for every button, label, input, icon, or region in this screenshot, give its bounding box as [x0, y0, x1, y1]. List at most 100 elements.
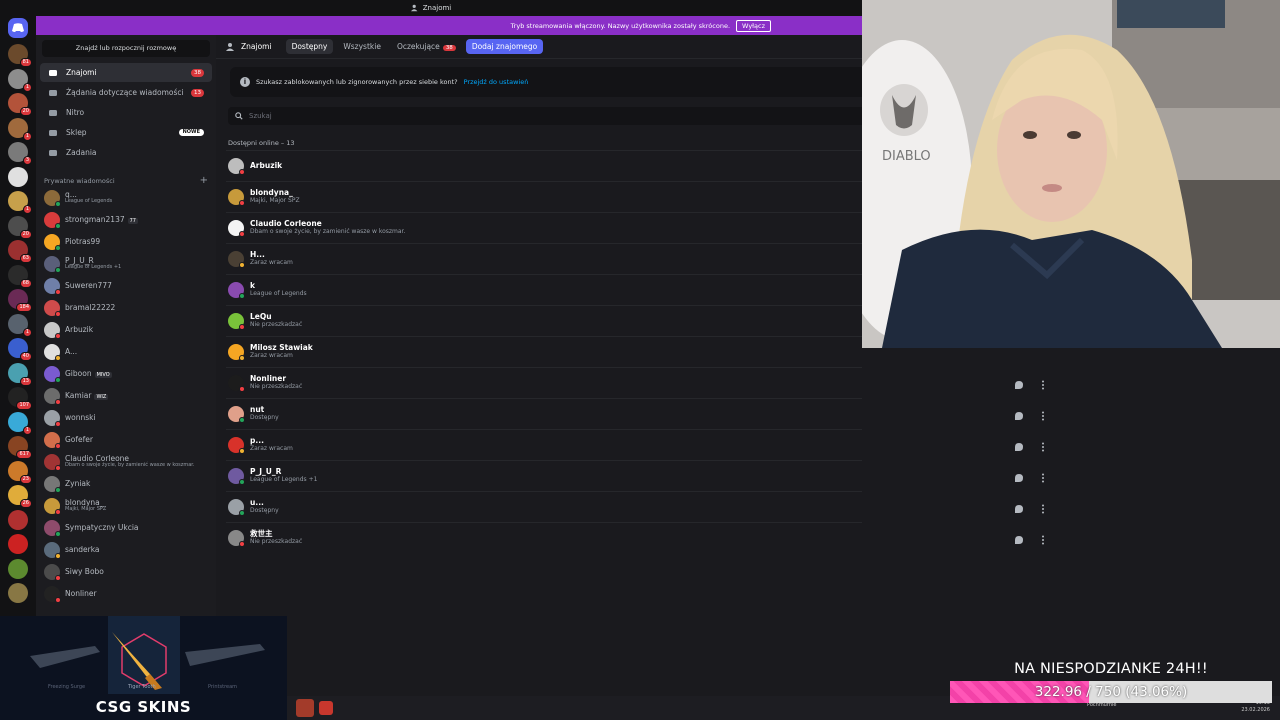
search-input[interactable]: Szukaj — [249, 112, 272, 120]
dm-name: Suweren777 — [65, 281, 112, 291]
message-icon[interactable] — [1014, 375, 1026, 389]
tab-pending[interactable]: Oczekujące 38 — [391, 39, 462, 54]
avatar — [228, 343, 245, 361]
message-icon[interactable] — [1014, 530, 1026, 544]
add-friend-button[interactable]: Dodaj znajomego — [465, 39, 544, 54]
friend-row[interactable]: blondyna_ Majki, Major SPZ — [226, 181, 862, 211]
dm-list-item[interactable]: wonnski — [40, 407, 212, 429]
sidebar-item-shop[interactable]: Sklep NOWE — [40, 123, 212, 142]
sidebar-item-mail[interactable]: Żądania dotyczące wiadomości 13 — [40, 83, 212, 102]
friend-row[interactable]: Milosz Stawiak Zaraz wracam — [226, 336, 862, 366]
dm-list-item[interactable]: Arbuzik — [40, 319, 212, 341]
dm-list-item[interactable]: Kamiar WIZ — [40, 385, 212, 407]
dm-text: Piotras99 — [65, 237, 100, 247]
guild-tag: MIVO — [94, 371, 112, 378]
more-options-icon[interactable] — [1038, 375, 1050, 390]
server-icon[interactable]: 68 — [8, 264, 32, 288]
message-icon[interactable] — [1014, 468, 1026, 482]
avatar — [228, 188, 245, 206]
friend-row[interactable]: LeQu Nie przeszkadzać — [226, 305, 862, 335]
disable-streamer-mode-button[interactable]: Wyłącz — [736, 19, 771, 32]
friend-row[interactable]: p... Zaraz wracam — [226, 429, 862, 459]
server-icon[interactable]: 1 — [8, 117, 32, 141]
taskbar-app-icon[interactable] — [296, 699, 314, 717]
server-icon[interactable] — [8, 534, 28, 554]
status-indicator — [55, 597, 61, 603]
server-icon[interactable]: 26 — [8, 485, 32, 508]
more-options-icon[interactable] — [1038, 437, 1050, 452]
friend-row[interactable]: Arbuzik — [226, 150, 862, 180]
donation-goal: NA NIESPODZIANKE 24H!! 322.96 / 750 (43.… — [950, 661, 1272, 703]
server-icon[interactable]: 40 — [8, 338, 32, 361]
friend-row[interactable]: Nonliner Nie przeszkadzać — [226, 367, 862, 397]
message-icon[interactable] — [1014, 437, 1026, 451]
dm-list-item[interactable]: sanderka — [40, 539, 212, 561]
dm-list-item[interactable]: q... League of Legends — [40, 187, 212, 209]
friend-row[interactable]: H... Zaraz wracam — [226, 243, 862, 273]
server-icon[interactable]: 23 — [8, 460, 32, 484]
dm-list-item[interactable]: Zyniak — [40, 473, 212, 495]
more-options-icon[interactable] — [1038, 530, 1050, 545]
dm-list-item[interactable]: bramal22222 — [40, 297, 212, 319]
dm-list-item[interactable]: Gofefer — [40, 429, 212, 451]
discord-home-icon[interactable] — [8, 18, 28, 38]
tab-all[interactable]: Wszystkie — [337, 39, 387, 54]
skin-label-left: Freezing Surge — [48, 684, 86, 690]
sidebar-item-nitro[interactable]: Nitro — [40, 103, 212, 122]
friend-name: 救世主 — [250, 528, 273, 538]
friend-row[interactable]: u... Dostępny — [226, 491, 862, 521]
server-icon[interactable]: 81 — [8, 44, 32, 67]
friend-row[interactable]: P_J_U_R League of Legends +1 — [226, 460, 862, 490]
dm-list-item[interactable]: Nonliner — [40, 583, 212, 605]
message-icon[interactable] — [1014, 499, 1026, 513]
dm-list-item[interactable]: Siwy Bobo — [40, 561, 212, 583]
friend-row[interactable]: 救世主 Nie przeszkadzać — [226, 522, 862, 552]
find-conversation-input[interactable]: Znajdź lub rozpocznij rozmowę — [42, 40, 210, 57]
server-icon[interactable]: 1 — [8, 313, 32, 337]
dm-list-item[interactable]: Giboon MIVO — [40, 363, 212, 385]
friend-row[interactable]: nut Dostępny — [226, 398, 862, 428]
friend-text: P_J_U_R League of Legends +1 — [250, 467, 317, 485]
server-icon[interactable]: 20 — [8, 215, 32, 239]
status-indicator — [239, 323, 245, 330]
server-icon[interactable] — [8, 583, 28, 603]
dm-list-item[interactable]: blondyna_ Majki, Major SPZ — [40, 495, 212, 517]
server-icon[interactable] — [8, 558, 28, 579]
dm-list-item[interactable]: strongman2137 77 — [40, 209, 212, 231]
more-options-icon[interactable] — [1038, 499, 1050, 514]
server-icon[interactable]: 20 — [8, 93, 32, 116]
go-to-settings-link[interactable]: Przejdź do ustawień — [464, 78, 529, 86]
dm-list-item[interactable]: Piotras99 — [40, 231, 212, 253]
server-icon[interactable] — [8, 166, 28, 187]
create-dm-icon[interactable]: + — [200, 175, 208, 186]
friend-row[interactable]: k League of Legends — [226, 274, 862, 304]
tab-online[interactable]: Dostępny — [285, 39, 334, 54]
sidebar-item-quests[interactable]: Zadania — [40, 143, 212, 162]
more-options-icon[interactable] — [1038, 468, 1050, 483]
dm-name-text: strongman2137 — [65, 214, 125, 224]
dm-list-item[interactable]: P_J_U_R League of Legends +1 — [40, 253, 212, 275]
server-icon[interactable]: 107 — [8, 387, 32, 410]
dm-list-item[interactable]: Suweren777 — [40, 275, 212, 297]
svg-text:DIABLO: DIABLO — [882, 149, 931, 164]
more-options-icon[interactable] — [1038, 406, 1050, 421]
server-icon[interactable]: 1 — [8, 68, 32, 92]
server-icon[interactable]: 617 — [8, 436, 32, 459]
server-icon[interactable]: 13 — [8, 362, 32, 386]
server-icon[interactable]: 3 — [8, 142, 32, 165]
screen: { "window": { "title": "Znajomi" }, "ban… — [0, 0, 1280, 720]
dm-list-item[interactable]: Claudio Corleone Dbam o swoje życie, by z… — [40, 451, 212, 473]
brave-browser-icon[interactable] — [319, 701, 333, 715]
message-icon[interactable] — [1014, 406, 1026, 420]
server-icon[interactable]: 184 — [8, 289, 32, 312]
dm-list-item[interactable]: Sympatyczny Ukcia — [40, 517, 212, 539]
server-icon[interactable]: 63 — [8, 240, 32, 263]
server-icon[interactable]: 1 — [8, 191, 32, 214]
status-indicator — [239, 447, 245, 454]
dm-list-item[interactable]: A... — [40, 341, 212, 363]
server-icon[interactable]: 1 — [8, 411, 32, 435]
friends-search[interactable]: Szukaj — [228, 107, 862, 125]
sidebar-item-friends[interactable]: Znajomi 38 — [40, 63, 212, 82]
server-icon[interactable] — [8, 509, 28, 530]
friend-row[interactable]: Claudio Corleone Dbam o swoje życie, by z… — [226, 212, 862, 242]
